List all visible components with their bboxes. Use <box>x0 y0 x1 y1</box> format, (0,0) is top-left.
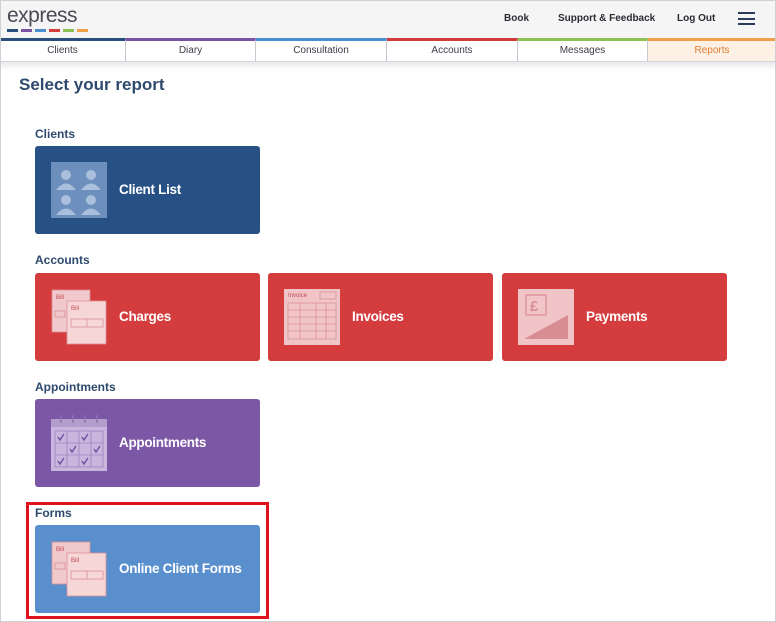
payments-card[interactable]: £ Payments <box>502 273 727 361</box>
tab-accounts[interactable]: Accounts <box>387 38 518 61</box>
express-logo[interactable]: express <box>7 5 88 32</box>
tab-messages[interactable]: Messages <box>518 38 648 61</box>
tab-diary[interactable]: Diary <box>126 38 256 61</box>
section-label-accounts: Accounts <box>35 253 90 267</box>
section-label-appointments: Appointments <box>35 380 116 394</box>
pound-chart-icon: £ <box>518 289 574 345</box>
bill-text-back: Bill <box>56 295 64 301</box>
calendar-icon <box>51 415 107 471</box>
client-list-card[interactable]: Client List <box>35 146 260 234</box>
invoice-text: Invoice <box>288 293 308 299</box>
top-bar: express Book Support & Feedback Log Out <box>0 0 776 38</box>
tab-reports[interactable]: Reports <box>648 38 776 61</box>
pound-sign: £ <box>530 298 539 315</box>
payments-label: Payments <box>586 309 648 324</box>
logo-color-bars <box>7 29 88 32</box>
tabs-shadow <box>0 62 776 70</box>
bills-icon: Bill Bill <box>51 289 107 345</box>
charges-label: Charges <box>119 309 171 324</box>
forms-highlight-box <box>26 502 269 619</box>
main-tabs: Clients Diary Consultation Accounts Mess… <box>0 38 776 62</box>
support-feedback-link[interactable]: Support & Feedback <box>558 13 655 24</box>
client-group-icon <box>51 162 107 218</box>
log-out-link[interactable]: Log Out <box>677 13 715 24</box>
invoices-card[interactable]: Invoice Invoices <box>268 273 493 361</box>
appointments-card[interactable]: Appointments <box>35 399 260 487</box>
charges-card[interactable]: Bill Bill Charges <box>35 273 260 361</box>
book-link[interactable]: Book <box>504 13 529 24</box>
client-list-label: Client List <box>119 182 181 197</box>
hamburger-icon[interactable] <box>738 12 755 25</box>
appointments-label: Appointments <box>119 435 207 450</box>
invoice-icon: Invoice <box>284 289 340 345</box>
tab-consultation[interactable]: Consultation <box>256 38 387 61</box>
tab-clients[interactable]: Clients <box>0 38 126 61</box>
invoices-label: Invoices <box>352 309 404 324</box>
section-label-clients: Clients <box>35 127 76 141</box>
bill-text-front: Bill <box>71 306 79 312</box>
logo-text: express <box>7 4 78 27</box>
page-title: Select your report <box>19 75 165 94</box>
